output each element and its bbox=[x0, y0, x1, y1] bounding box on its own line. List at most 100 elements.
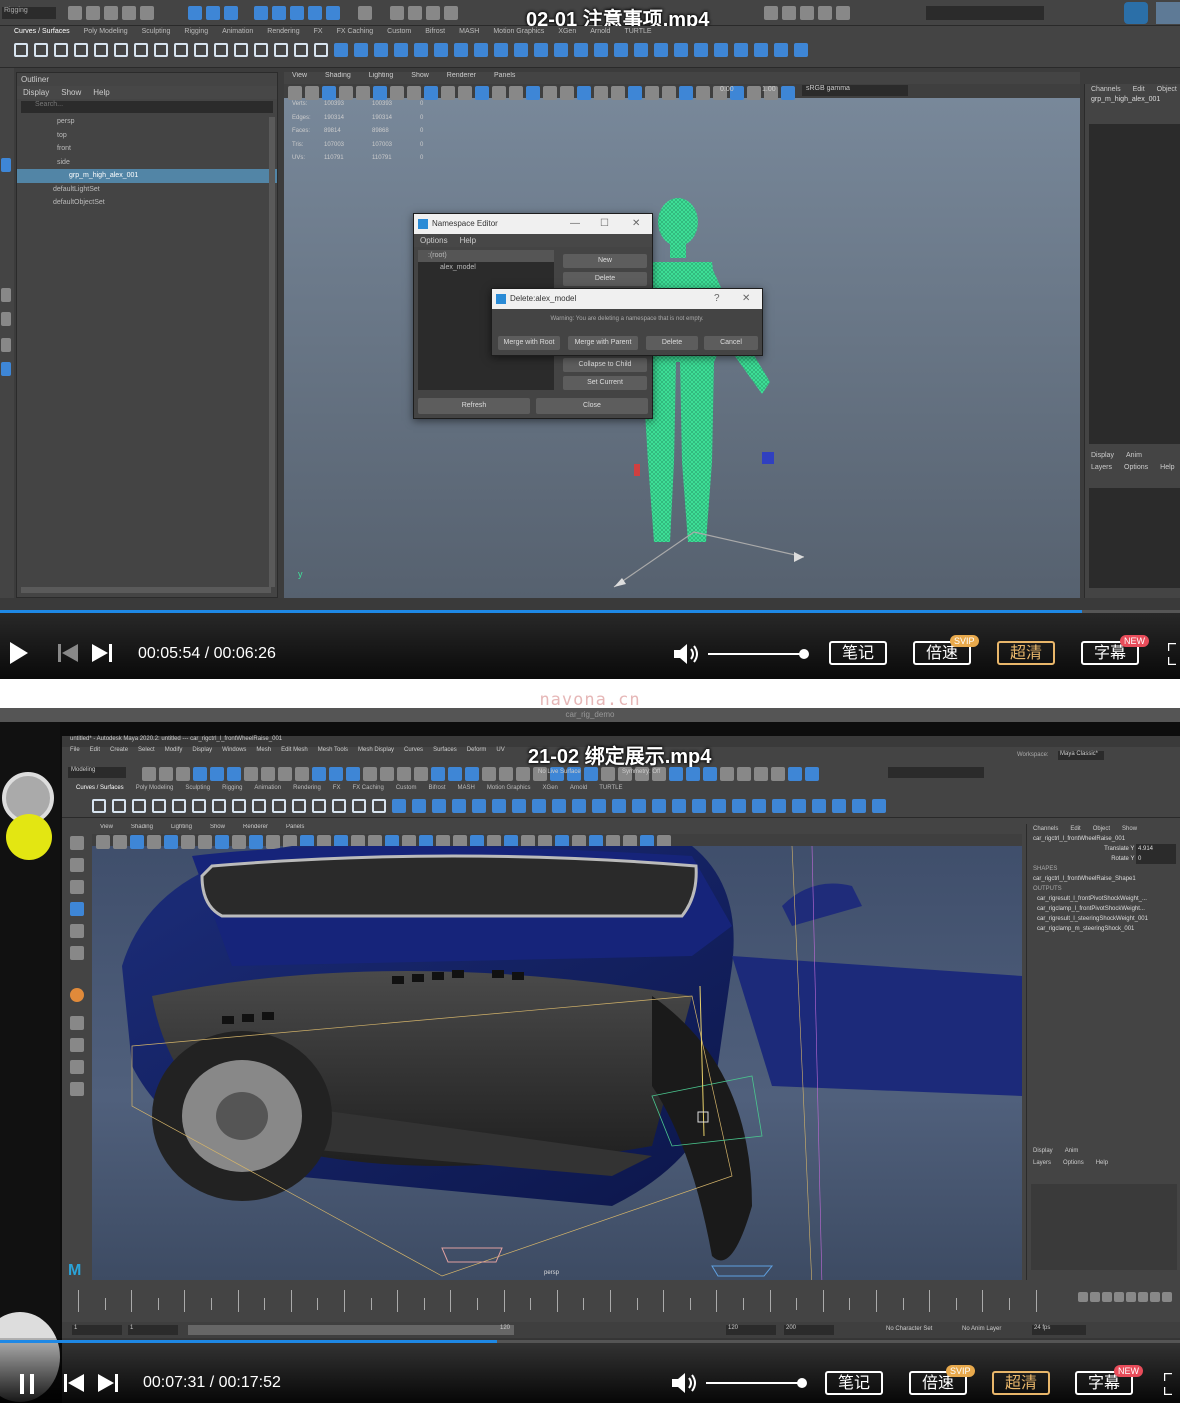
status-tool-icon[interactable] bbox=[329, 767, 343, 781]
shelf-tool-icon[interactable] bbox=[312, 799, 326, 813]
quality-button[interactable]: 超清 bbox=[992, 1371, 1050, 1395]
shelf-tool-icon[interactable] bbox=[614, 43, 628, 57]
namespace-menu-item[interactable]: Help bbox=[460, 236, 476, 245]
shelf-tool-icon[interactable] bbox=[152, 799, 166, 813]
shelf-tab[interactable]: Rigging bbox=[222, 785, 242, 791]
merge-with-root-button[interactable]: Merge with Root bbox=[498, 336, 560, 350]
play-back-icon[interactable] bbox=[1114, 1292, 1124, 1302]
delete-button[interactable]: Delete bbox=[646, 336, 698, 350]
status-tool-icon[interactable] bbox=[159, 767, 173, 781]
outliner-item[interactable]: side bbox=[17, 156, 277, 170]
layer-menu-item[interactable]: Help bbox=[1160, 464, 1174, 471]
main-menu-item[interactable]: Mesh bbox=[256, 747, 271, 759]
output-item[interactable]: car_rigresult_l_steeringShockWeight_001 bbox=[1027, 914, 1180, 924]
outliner-menu-item[interactable]: Show bbox=[61, 88, 81, 97]
minimize-icon[interactable]: — bbox=[570, 214, 580, 234]
main-menu-item[interactable]: Mesh Tools bbox=[318, 747, 348, 759]
namespace-menu-item[interactable]: Options bbox=[420, 236, 448, 245]
construction-history-icon[interactable] bbox=[358, 6, 372, 20]
outliner-item[interactable]: defaultObjectSet bbox=[17, 196, 277, 210]
channel-menu-item[interactable]: Channels bbox=[1033, 826, 1058, 832]
range-bar[interactable]: 120 bbox=[188, 1325, 514, 1335]
channel-menu-item[interactable]: Edit bbox=[1133, 86, 1145, 93]
shelf-tool-icon[interactable] bbox=[772, 799, 786, 813]
select-tool-icon[interactable] bbox=[70, 836, 84, 850]
main-menu-item[interactable]: Edit bbox=[90, 747, 100, 759]
shelf-tool-icon[interactable] bbox=[194, 43, 208, 57]
volume-track[interactable] bbox=[708, 653, 804, 655]
channel-attribute[interactable]: Translate Y 4.914 bbox=[1027, 844, 1180, 854]
outliner-item[interactable]: front bbox=[17, 142, 277, 156]
layer-tab[interactable]: Anim bbox=[1126, 452, 1142, 459]
shelf-tool-icon[interactable] bbox=[454, 43, 468, 57]
merge-with-parent-button[interactable]: Merge with Parent bbox=[568, 336, 638, 350]
undo-icon[interactable] bbox=[122, 6, 136, 20]
shelf-tool-icon[interactable] bbox=[314, 43, 328, 57]
next-icon[interactable] bbox=[98, 1374, 118, 1392]
shelf-tab[interactable]: Motion Graphics bbox=[493, 28, 544, 35]
status-tool-icon[interactable] bbox=[720, 767, 734, 781]
shelf-tab[interactable]: MASH bbox=[459, 28, 479, 35]
shelf-tab[interactable]: Arnold bbox=[590, 28, 610, 35]
play-icon[interactable] bbox=[10, 642, 28, 664]
open-scene-icon[interactable] bbox=[86, 6, 100, 20]
shelf-tool-icon[interactable] bbox=[92, 799, 106, 813]
anim-layer-dropdown[interactable]: No Anim Layer bbox=[962, 1326, 1001, 1332]
live-surface-field[interactable]: No Live Surface bbox=[538, 769, 581, 775]
shelf-tab[interactable]: FX bbox=[314, 28, 323, 35]
shelf-tool-icon[interactable] bbox=[594, 43, 608, 57]
main-menu-item[interactable]: File bbox=[70, 747, 80, 759]
paint-tool-icon[interactable] bbox=[70, 880, 84, 894]
status-tool-icon[interactable] bbox=[601, 767, 615, 781]
layout-outliner-icon[interactable] bbox=[70, 1060, 84, 1074]
ns-refresh-button[interactable]: Refresh bbox=[418, 398, 530, 414]
shelf-tool-icon[interactable] bbox=[472, 799, 486, 813]
shelf-tool-icon[interactable] bbox=[752, 799, 766, 813]
shelf-tool-icon[interactable] bbox=[794, 43, 808, 57]
main-menu-item[interactable]: Modify bbox=[165, 747, 183, 759]
status-tool-icon[interactable] bbox=[482, 767, 496, 781]
channel-object-name[interactable]: grp_m_high_alex_001 bbox=[1085, 95, 1180, 105]
quality-button[interactable]: 超清 bbox=[997, 641, 1055, 665]
shelf-tool-icon[interactable] bbox=[54, 43, 68, 57]
shelf-tool-icon[interactable] bbox=[232, 799, 246, 813]
ns-collapse-button[interactable]: Collapse to Child bbox=[563, 358, 647, 372]
go-end-icon[interactable] bbox=[1162, 1292, 1172, 1302]
ipr-icon[interactable] bbox=[408, 6, 422, 20]
shelf-tab[interactable]: Poly Modeling bbox=[84, 28, 128, 35]
shelf-tab[interactable]: Bifrost bbox=[425, 28, 445, 35]
shelf-tool-icon[interactable] bbox=[792, 799, 806, 813]
new-scene-icon[interactable] bbox=[68, 6, 82, 20]
main-menu-item[interactable]: Select bbox=[138, 747, 155, 759]
command-field[interactable] bbox=[888, 767, 984, 778]
layout-single-icon[interactable] bbox=[1, 312, 11, 326]
shelf-tool-icon[interactable] bbox=[394, 43, 408, 57]
notes-button[interactable]: 笔记 bbox=[829, 641, 887, 665]
shelf-tab[interactable]: Arnold bbox=[570, 785, 587, 791]
shelf-tab[interactable]: Animation bbox=[222, 28, 253, 35]
toggle-tool-settings-icon[interactable] bbox=[800, 6, 814, 20]
volume-knob[interactable] bbox=[797, 1378, 807, 1388]
main-menu-item[interactable]: Deform bbox=[467, 747, 487, 759]
select-object-icon[interactable] bbox=[206, 6, 220, 20]
shelf-tool-icon[interactable] bbox=[332, 799, 346, 813]
redo-icon[interactable] bbox=[140, 6, 154, 20]
outliner-search[interactable]: Search... bbox=[21, 101, 273, 113]
shelf-tool-icon[interactable] bbox=[234, 43, 248, 57]
status-tool-icon[interactable] bbox=[363, 767, 377, 781]
shelf-tool-icon[interactable] bbox=[272, 799, 286, 813]
status-tool-icon[interactable] bbox=[465, 767, 479, 781]
shelf-tool-icon[interactable] bbox=[492, 799, 506, 813]
main-menu-item[interactable]: Windows bbox=[222, 747, 246, 759]
next-key-icon[interactable] bbox=[1138, 1292, 1148, 1302]
status-tool-icon[interactable] bbox=[448, 767, 462, 781]
shelf-tool-icon[interactable] bbox=[872, 799, 886, 813]
time-slider[interactable] bbox=[62, 1284, 1180, 1320]
shelf-tool-icon[interactable] bbox=[592, 799, 606, 813]
save-scene-icon[interactable] bbox=[104, 6, 118, 20]
shelf-tool-icon[interactable] bbox=[692, 799, 706, 813]
layout-four-icon[interactable] bbox=[1, 338, 11, 352]
layout-outliner-icon[interactable] bbox=[1, 362, 11, 376]
main-menu-item[interactable]: Surfaces bbox=[433, 747, 457, 759]
status-tool-icon[interactable] bbox=[686, 767, 700, 781]
